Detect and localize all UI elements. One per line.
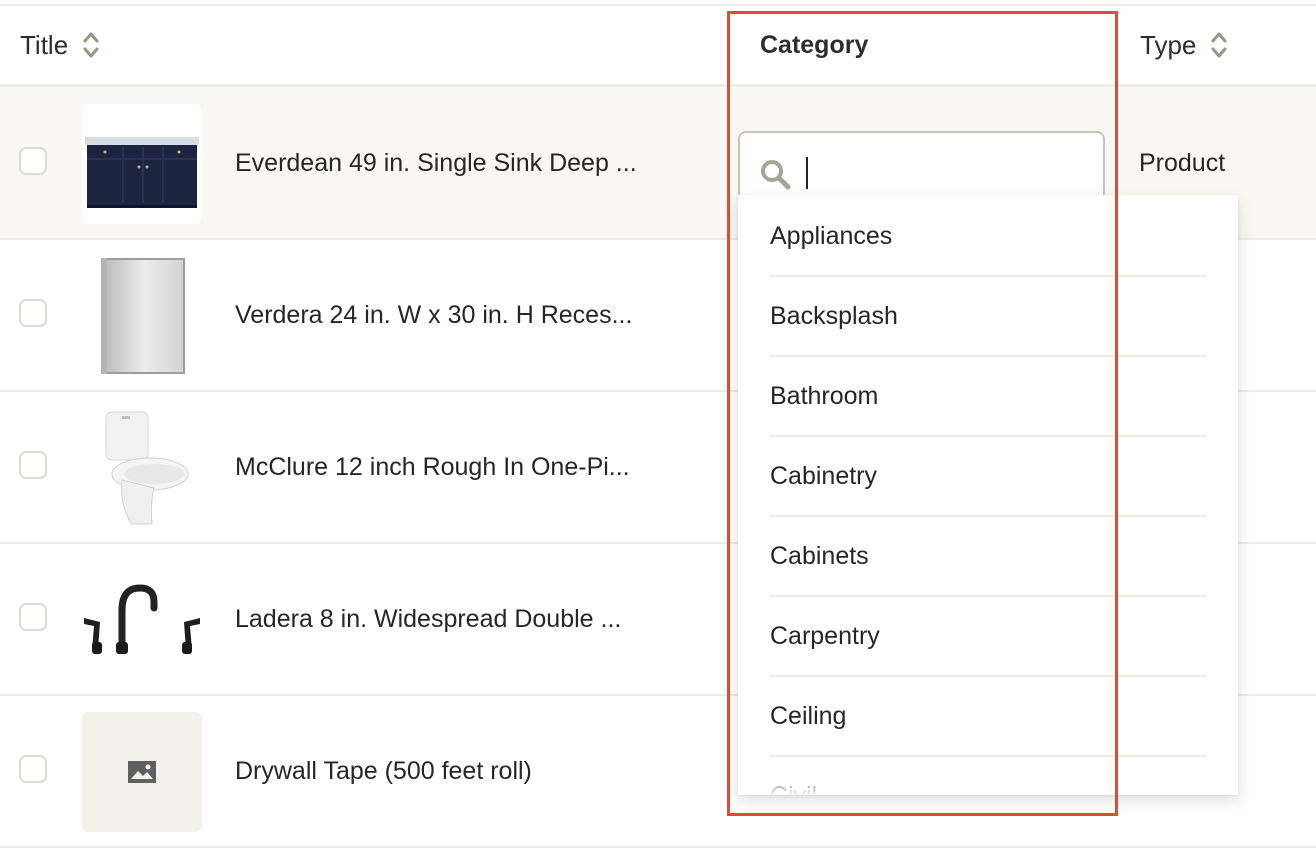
dropdown-option-civil[interactable]: Civil (770, 757, 1206, 796)
table-header: Title Category Type (0, 6, 1316, 87)
dropdown-option-ceiling[interactable]: Ceiling (770, 677, 1206, 757)
column-header-title[interactable]: Title (20, 6, 100, 84)
row-title[interactable]: McClure 12 inch Rough In One-Pi... (235, 392, 630, 542)
row-checkbox[interactable] (19, 603, 47, 631)
dropdown-option-carpentry[interactable]: Carpentry (770, 597, 1206, 677)
image-placeholder (82, 712, 202, 832)
medicine-cabinet-image (82, 256, 202, 376)
category-dropdown: Appliances Backsplash Bathroom Cabinetry… (738, 195, 1238, 795)
dropdown-option-backsplash[interactable]: Backsplash (770, 277, 1206, 357)
vanity-image (82, 104, 202, 224)
column-header-type[interactable]: Type (1140, 6, 1228, 84)
row-checkbox[interactable] (19, 299, 47, 327)
column-header-title-label: Title (20, 29, 69, 60)
row-checkbox[interactable] (19, 147, 47, 175)
sort-icon[interactable] (82, 30, 100, 60)
search-icon (760, 159, 794, 198)
dropdown-option-cabinetry[interactable]: Cabinetry (770, 437, 1206, 517)
row-checkbox[interactable] (19, 755, 47, 783)
column-header-type-label: Type (1140, 29, 1197, 60)
column-header-category[interactable]: Category (760, 6, 868, 84)
dropdown-option-cabinets[interactable]: Cabinets (770, 517, 1206, 597)
row-checkbox[interactable] (19, 451, 47, 479)
row-title[interactable]: Everdean 49 in. Single Sink Deep ... (235, 88, 637, 238)
row-title[interactable]: Verdera 24 in. W x 30 in. H Reces... (235, 240, 632, 390)
text-caret (806, 157, 808, 189)
sort-icon[interactable] (1210, 30, 1228, 60)
toilet-image (82, 408, 202, 528)
dropdown-option-bathroom[interactable]: Bathroom (770, 357, 1206, 437)
image-placeholder-icon (128, 761, 156, 783)
faucet-image (82, 560, 202, 680)
row-title[interactable]: Ladera 8 in. Widespread Double ... (235, 544, 621, 694)
row-title[interactable]: Drywall Tape (500 feet roll) (235, 696, 532, 846)
column-header-category-label: Category (760, 30, 869, 59)
dropdown-option-appliances[interactable]: Appliances (770, 197, 1206, 277)
